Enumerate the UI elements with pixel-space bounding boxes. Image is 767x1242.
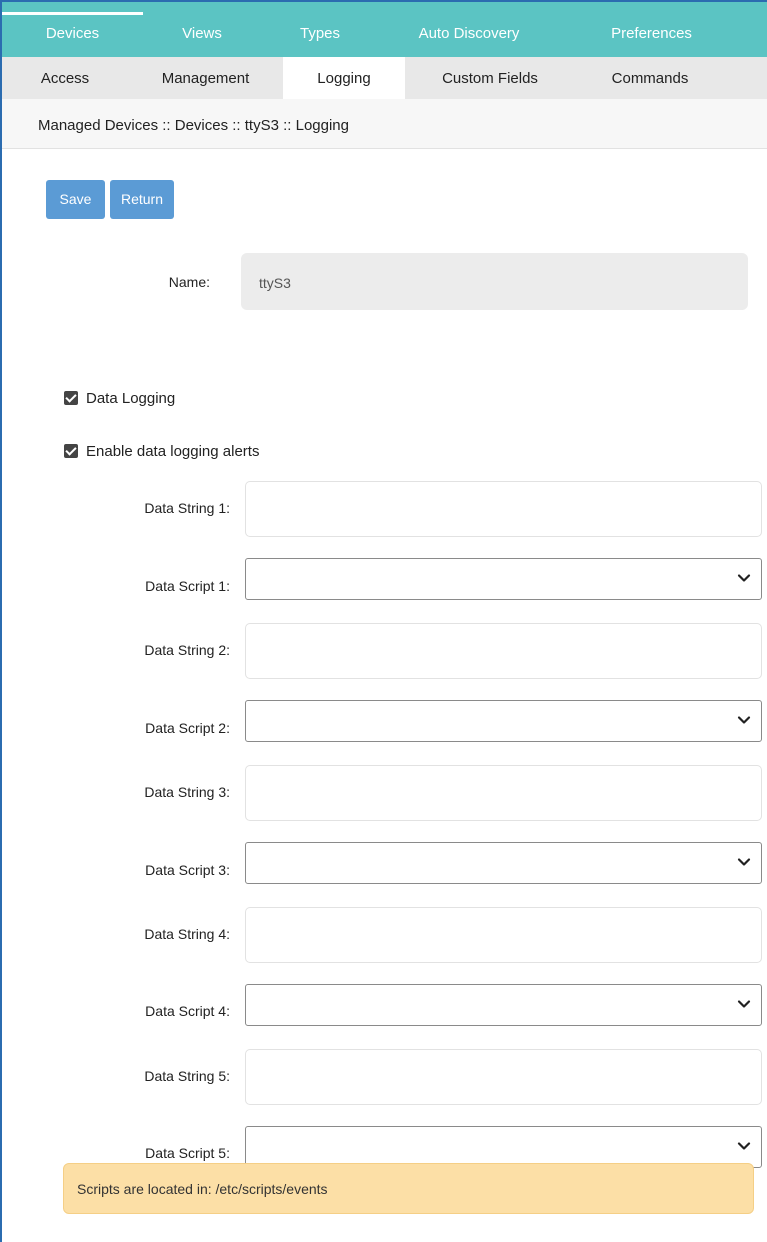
name-field: ttyS3 bbox=[241, 253, 748, 310]
data-string-2-label: Data String 2: bbox=[144, 642, 230, 658]
save-button[interactable]: Save bbox=[46, 180, 105, 219]
data-string-3-input[interactable] bbox=[245, 765, 762, 821]
app-frame: Devices Views Types Auto Discovery Prefe… bbox=[0, 0, 767, 1242]
return-button[interactable]: Return bbox=[110, 180, 174, 219]
top-tab-devices[interactable]: Devices bbox=[2, 2, 143, 57]
sub-tab-access[interactable]: Access bbox=[2, 57, 128, 99]
data-script-5-label: Data Script 5: bbox=[145, 1145, 230, 1161]
chevron-down-icon bbox=[737, 997, 751, 1011]
top-tab-views[interactable]: Views bbox=[143, 2, 261, 57]
data-string-5-input[interactable] bbox=[245, 1049, 762, 1105]
data-logging-checkbox[interactable]: Data Logging bbox=[64, 390, 175, 407]
name-label: Name: bbox=[168, 274, 210, 290]
data-script-2-select[interactable] bbox=[245, 700, 762, 742]
chevron-down-icon bbox=[737, 713, 751, 727]
sub-tab-commands[interactable]: Commands bbox=[575, 57, 725, 99]
data-script-5-select[interactable] bbox=[245, 1126, 762, 1168]
data-string-5-label: Data String 5: bbox=[144, 1068, 230, 1084]
chevron-down-icon bbox=[737, 855, 751, 869]
chevron-down-icon bbox=[737, 571, 751, 585]
scripts-location-alert: Scripts are located in: /etc/scripts/eve… bbox=[63, 1163, 754, 1214]
data-script-2-label: Data Script 2: bbox=[145, 720, 230, 736]
enable-alerts-checkbox[interactable]: Enable data logging alerts bbox=[64, 443, 259, 460]
data-logging-label: Data Logging bbox=[86, 390, 176, 407]
top-tab-types[interactable]: Types bbox=[261, 2, 379, 57]
data-string-1-label: Data String 1: bbox=[144, 500, 230, 516]
sub-tab-management[interactable]: Management bbox=[128, 57, 283, 99]
data-script-1-label: Data Script 1: bbox=[145, 578, 230, 594]
data-string-4-label: Data String 4: bbox=[144, 926, 230, 942]
data-script-3-select[interactable] bbox=[245, 842, 762, 884]
chevron-down-icon bbox=[737, 1139, 751, 1153]
sub-nav: Access Management Logging Custom Fields … bbox=[2, 57, 767, 99]
sub-tab-logging[interactable]: Logging bbox=[283, 57, 405, 99]
checkbox-checked-icon[interactable] bbox=[64, 391, 78, 405]
sub-tab-custom-fields[interactable]: Custom Fields bbox=[405, 57, 575, 99]
breadcrumb: Managed Devices :: Devices :: ttyS3 :: L… bbox=[2, 99, 767, 149]
enable-alerts-label: Enable data logging alerts bbox=[86, 443, 260, 460]
top-tab-auto-discovery[interactable]: Auto Discovery bbox=[379, 2, 559, 57]
data-string-4-input[interactable] bbox=[245, 907, 762, 963]
checkbox-checked-icon[interactable] bbox=[64, 444, 78, 458]
data-script-1-select[interactable] bbox=[245, 558, 762, 600]
data-script-4-select[interactable] bbox=[245, 984, 762, 1026]
data-script-3-label: Data Script 3: bbox=[145, 862, 230, 878]
data-string-1-input[interactable] bbox=[245, 481, 762, 537]
top-tab-preferences[interactable]: Preferences bbox=[559, 2, 744, 57]
data-string-2-input[interactable] bbox=[245, 623, 762, 679]
top-nav: Devices Views Types Auto Discovery Prefe… bbox=[2, 2, 767, 57]
data-script-4-label: Data Script 4: bbox=[145, 1003, 230, 1019]
data-string-3-label: Data String 3: bbox=[144, 784, 230, 800]
